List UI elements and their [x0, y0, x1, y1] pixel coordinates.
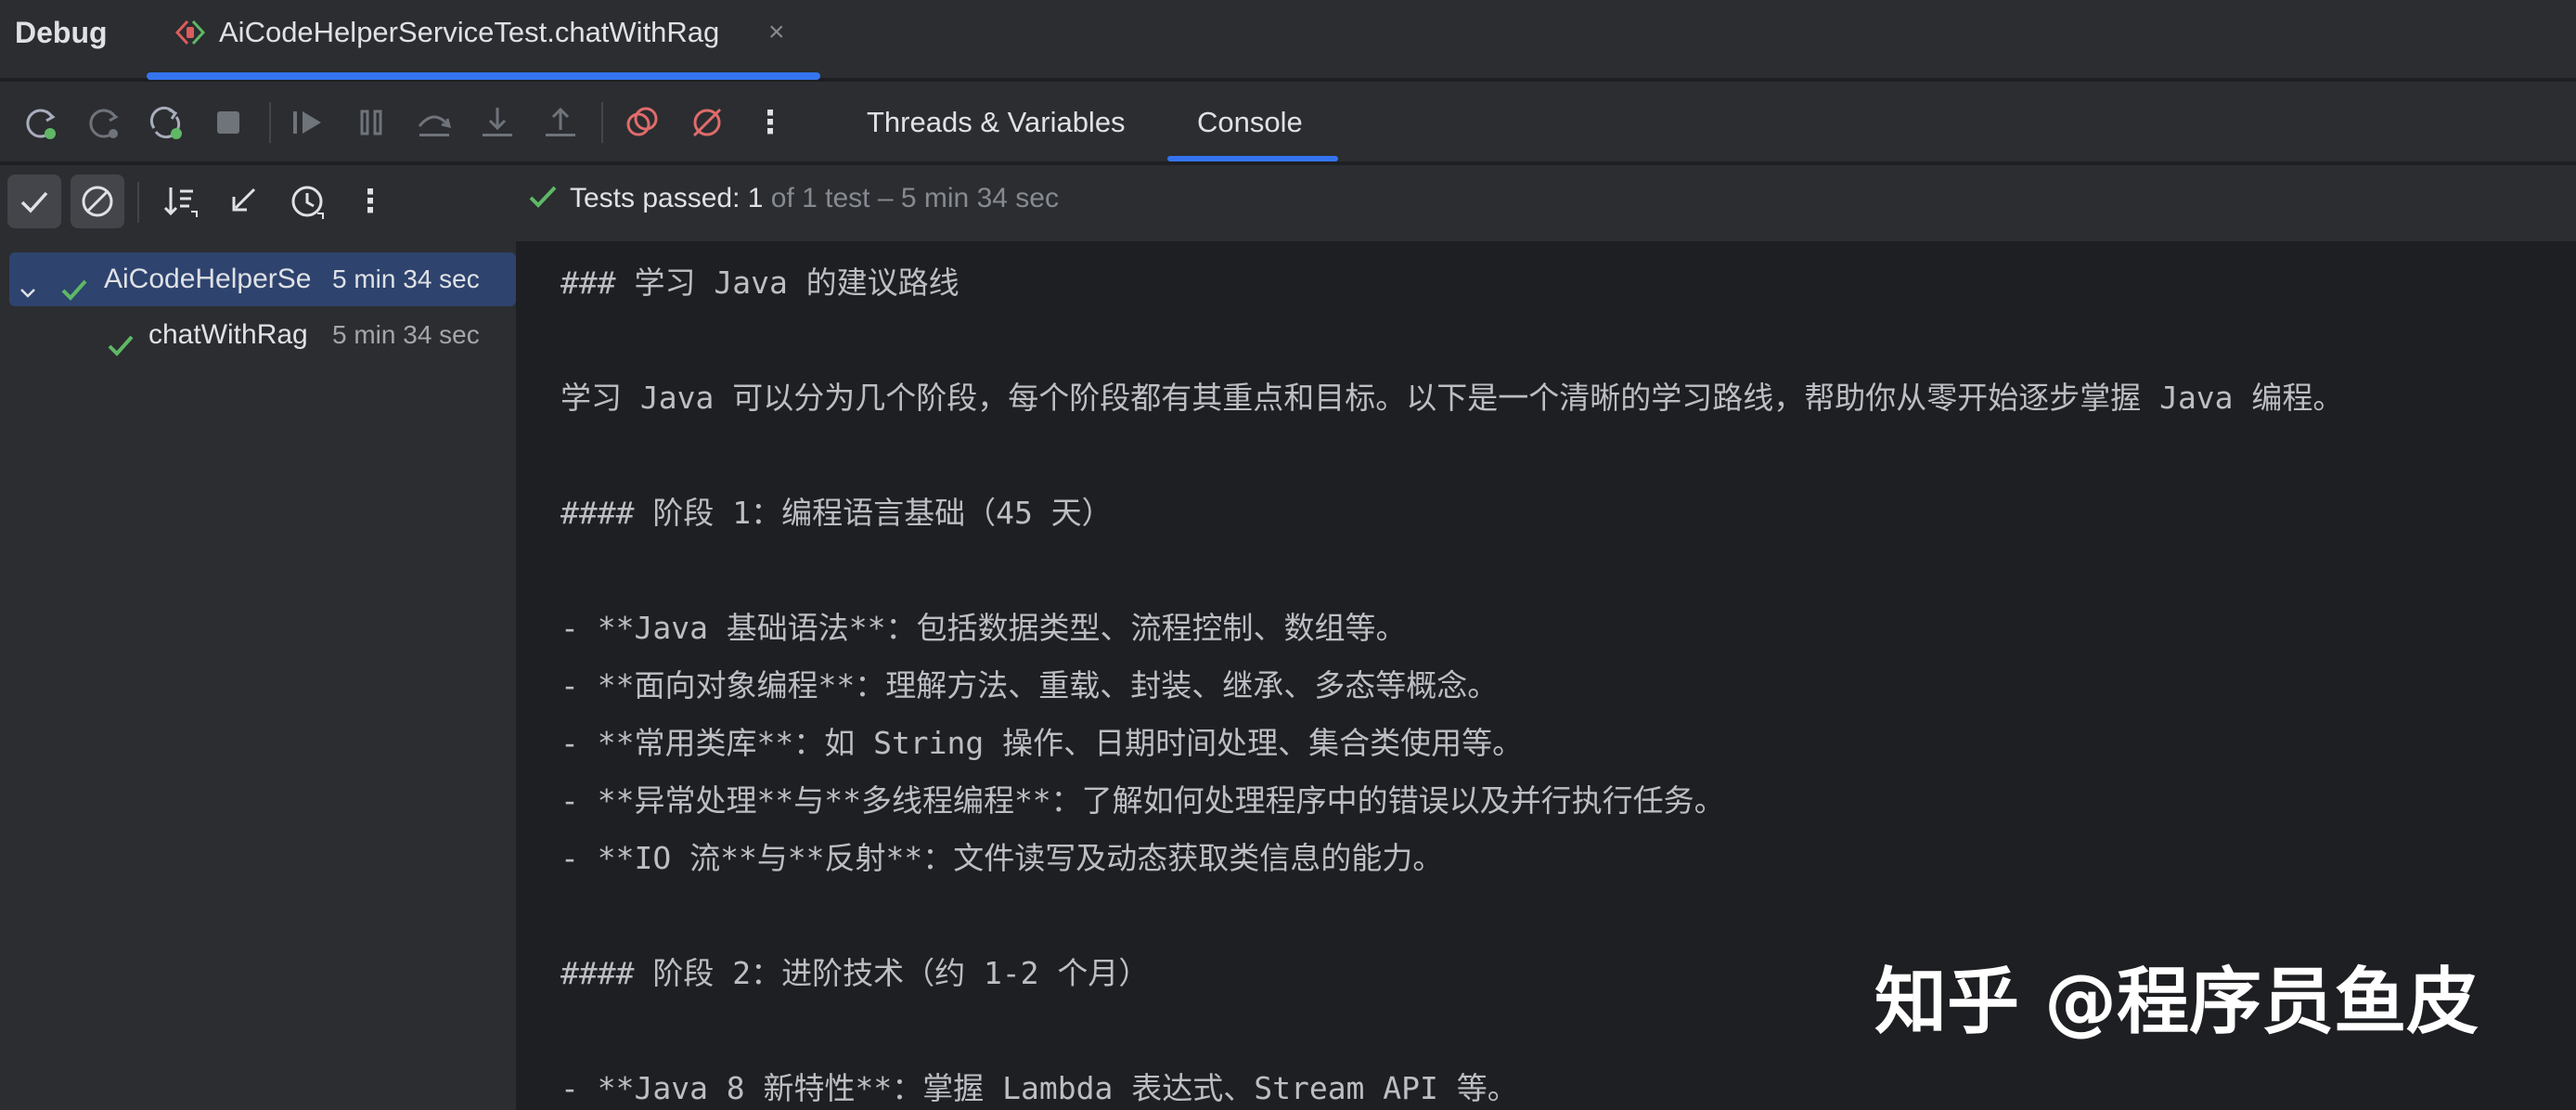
test-tree: AiCodeHelperSe 5 min 34 sec chatWithRag …: [0, 241, 518, 1110]
rerun-icon[interactable]: [19, 100, 63, 145]
tab-threads-variables[interactable]: Threads & Variables: [867, 82, 1126, 163]
active-tab-indicator: [147, 72, 820, 80]
tree-item-duration: 5 min 34 sec: [332, 320, 480, 349]
check-icon: [59, 267, 89, 301]
console-line: - **面向对象编程**：理解方法、重载、封装、继承、多态等概念。: [560, 667, 1499, 703]
history-icon[interactable]: [280, 174, 334, 228]
status-detail-text: of 1 test – 5 min 34 sec: [763, 183, 1059, 213]
watermark: 知乎 @程序员鱼皮: [1874, 961, 2479, 1044]
console-line: - **异常处理**与**多线程编程**：了解如何处理程序中的错误以及并行执行任…: [560, 782, 1725, 819]
session-tab[interactable]: AiCodeHelperServiceTest.chatWithRag ×: [147, 0, 820, 80]
toolbar-separator: [601, 102, 603, 143]
check-icon: [106, 323, 135, 356]
tool-window-title: Debug: [15, 16, 108, 49]
test-debug-icon: [174, 19, 206, 46]
test-status: Tests passed: 1 of 1 test – 5 min 34 sec: [527, 176, 1059, 221]
step-over-icon[interactable]: [412, 100, 457, 145]
console-line: 学习 Java 可以分为几个阶段，每个阶段都有其重点和目标。以下是一个清晰的学习…: [560, 380, 2344, 416]
mute-breakpoints-icon[interactable]: [685, 100, 729, 145]
resume-icon[interactable]: [286, 100, 330, 145]
status-passed-text: Tests passed: 1: [570, 183, 764, 213]
console-line: #### 阶段 2：进阶技术（约 1-2 个月）: [560, 955, 1150, 991]
show-passed-icon[interactable]: [7, 174, 61, 228]
step-into-icon[interactable]: [475, 100, 520, 145]
toolbar-separator: [137, 182, 139, 223]
console-line: - **Java 8 新特性**：掌握 Lambda 表达式、Stream AP…: [560, 1070, 1518, 1106]
tree-item-test-class[interactable]: AiCodeHelperSe 5 min 34 sec: [9, 252, 516, 306]
console-line: #### 阶段 1：编程语言基础（45 天）: [560, 495, 1113, 531]
more-icon[interactable]: ⋮: [748, 100, 792, 145]
tree-item-test-method[interactable]: chatWithRag 5 min 34 sec: [9, 308, 516, 362]
console-line: - **IO 流**与**反射**：文件读写及动态获取类信息的能力。: [560, 840, 1444, 876]
step-out-icon[interactable]: [538, 100, 583, 145]
console-line: - **Java 基础语法**：包括数据类型、流程控制、数组等。: [560, 610, 1407, 646]
tree-item-label: AiCodeHelperSe: [104, 264, 312, 294]
pause-icon[interactable]: [349, 100, 393, 145]
toolbar-separator: [269, 102, 271, 143]
session-tab-label: AiCodeHelperServiceTest.chatWithRag: [219, 16, 720, 48]
show-ignored-icon[interactable]: [71, 174, 124, 228]
console-line: ### 学习 Java 的建议路线: [560, 265, 960, 301]
check-icon: [527, 180, 559, 208]
console-line: - **常用类库**：如 String 操作、日期时间处理、集合类使用等。: [560, 725, 1524, 761]
sort-icon[interactable]: [154, 174, 208, 228]
rerun-failed-icon[interactable]: [82, 100, 126, 145]
chevron-down-icon[interactable]: [17, 269, 39, 298]
tree-item-duration: 5 min 34 sec: [332, 265, 480, 293]
stop-icon[interactable]: [206, 100, 251, 145]
tab-console[interactable]: Console: [1197, 82, 1303, 163]
collapse-icon[interactable]: [217, 174, 271, 228]
test-runner-toolbar: ⋮ Tests passed: 1 of 1 test – 5 min 34 s…: [0, 165, 2576, 241]
more-icon[interactable]: ⋮: [343, 174, 397, 228]
close-icon[interactable]: ×: [768, 13, 785, 52]
view-breakpoints-icon[interactable]: [620, 100, 664, 145]
rerun-auto-icon[interactable]: [143, 100, 187, 145]
tab-bar: Debug AiCodeHelperServiceTest.chatWithRa…: [0, 0, 2576, 80]
active-tab-indicator: [1167, 156, 1338, 161]
debug-tool-window: Debug AiCodeHelperServiceTest.chatWithRa…: [0, 0, 2576, 1110]
debugger-toolbar: ⋮ Threads & Variables Console: [0, 82, 2576, 163]
tree-item-label: chatWithRag: [148, 319, 308, 350]
